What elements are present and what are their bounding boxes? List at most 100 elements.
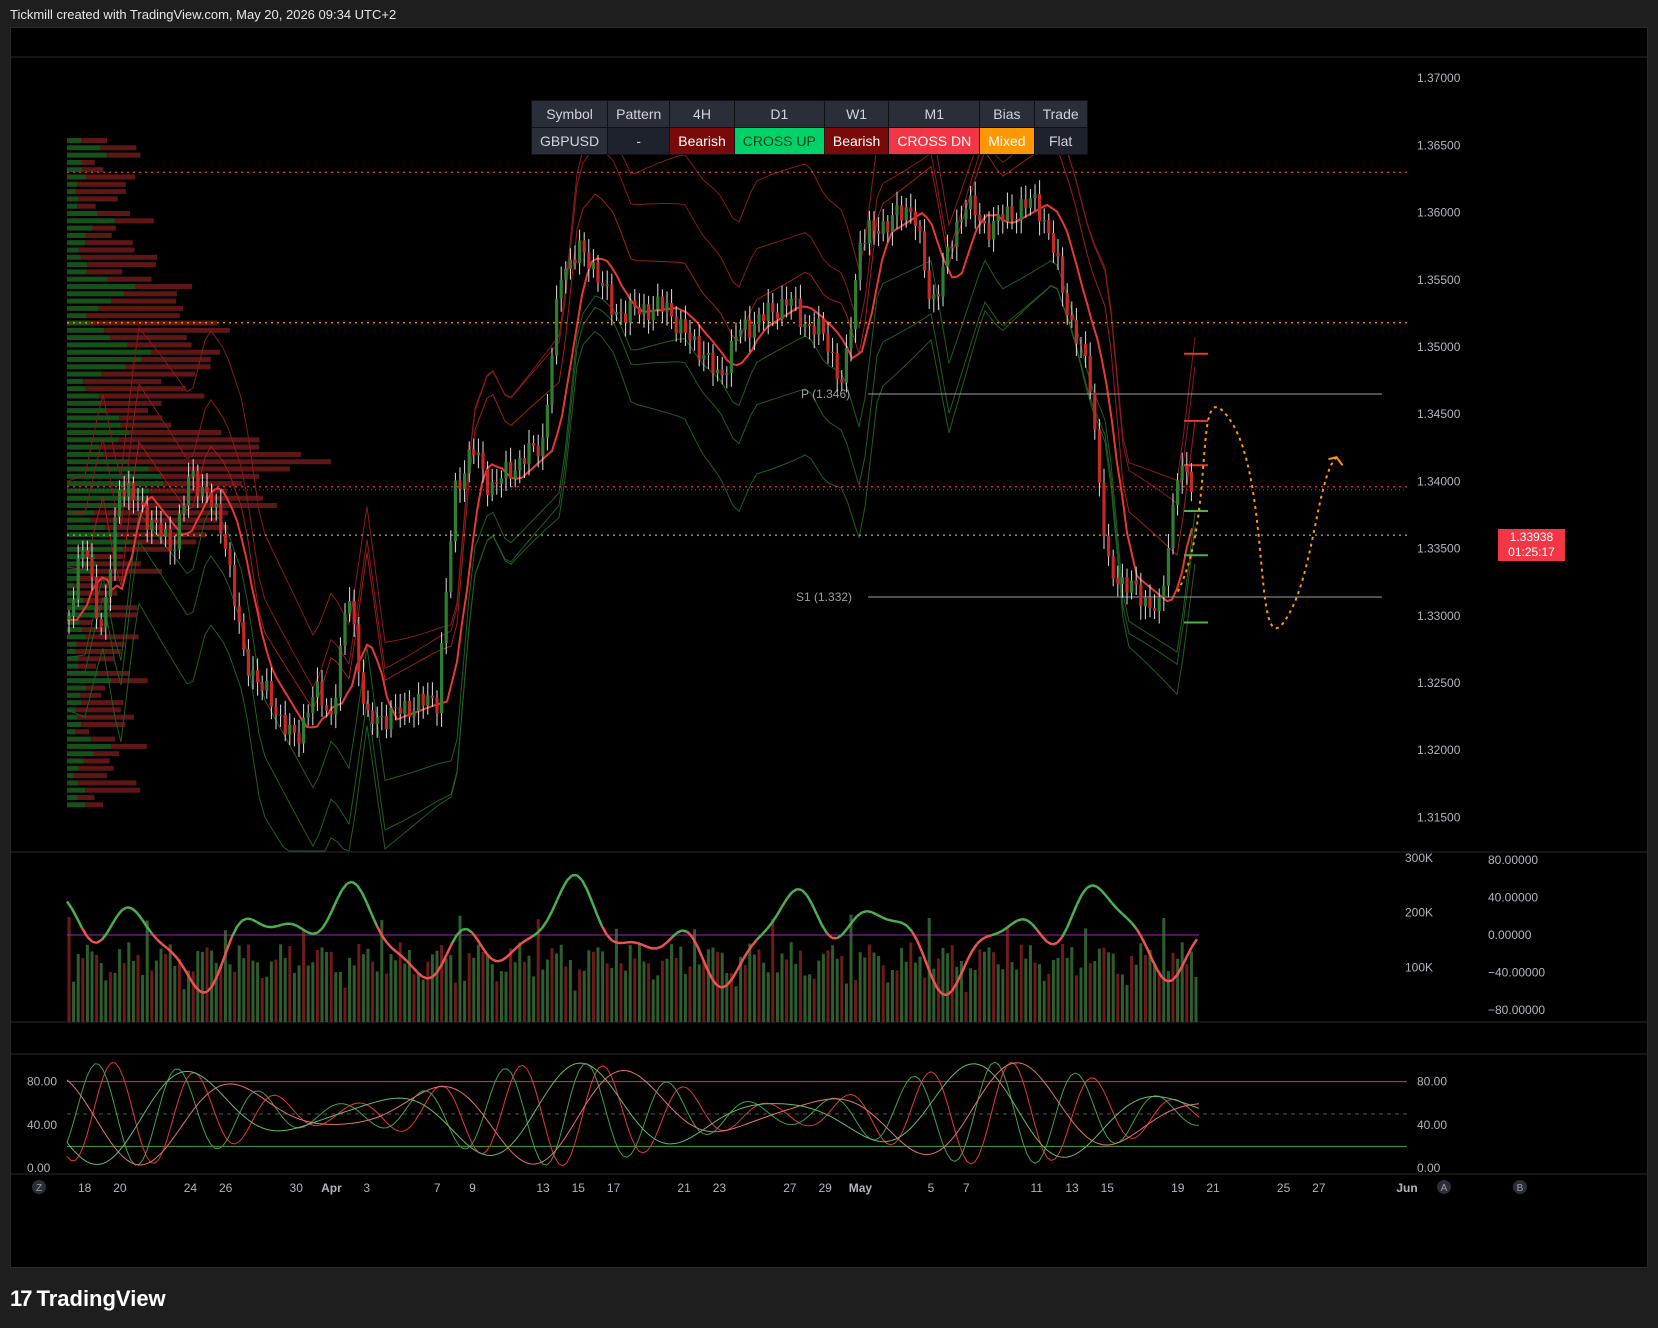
volume-bar (532, 976, 536, 1022)
tradingview-branding[interactable]: 17 TradingView (10, 1282, 166, 1316)
profile-bar-sell (86, 174, 136, 180)
volume-bar (651, 979, 655, 1022)
volume-bar (766, 972, 770, 1022)
volume-bar (679, 946, 683, 1022)
candle-body (688, 332, 692, 341)
volume-bar (154, 960, 158, 1022)
profile-bar-sell (161, 473, 260, 479)
candle-body (67, 615, 71, 620)
volume-bar (228, 964, 232, 1022)
candle-body (596, 262, 600, 283)
oscillator-segment (306, 930, 313, 936)
oscillator-segment (341, 882, 348, 891)
profile-bar-buy (67, 795, 78, 800)
tradingview-logo-icon: 17 (10, 1286, 33, 1311)
volume-bar (490, 964, 494, 1022)
profile-bar-buy (67, 284, 136, 289)
candle-body (118, 489, 122, 517)
candle-body (964, 209, 968, 220)
volume-bar (384, 973, 388, 1022)
profile-bar-sell (81, 159, 95, 165)
candle-body (398, 707, 402, 714)
volume-bar (311, 962, 315, 1022)
oscillator-segment (810, 903, 819, 916)
volume-bar (242, 958, 246, 1022)
volume-bar (1111, 953, 1115, 1022)
candle-body (182, 505, 186, 514)
chart-canvas[interactable]: P (1.346) S1 (1.332) 1.37000 1.36500 1.3600… (11, 28, 1647, 1267)
volume-bar (996, 964, 1000, 1022)
volume-bar (863, 957, 867, 1022)
oscillator-segment (920, 951, 929, 966)
volume-bar (1033, 962, 1037, 1022)
oscillator-tick-label: −80.00000 (1488, 1003, 1545, 1017)
volume-pane: 300K 200K 100K (67, 851, 1433, 1022)
oscillator-segment (351, 880, 358, 887)
profile-bar-sell (98, 393, 205, 399)
candle-body (748, 319, 752, 338)
candle-body (1134, 580, 1138, 585)
volume-bar (375, 971, 379, 1022)
price-tick-label: 1.33000 (1417, 609, 1461, 623)
volume-bar (371, 961, 375, 1022)
chart-area[interactable]: P (1.346) S1 (1.332) 1.37000 1.36500 1.3600… (10, 27, 1648, 1268)
oscillator-segment (511, 946, 518, 953)
price-tick-label: 1.35000 (1417, 340, 1461, 354)
oscillator-segment (346, 880, 353, 885)
volume-bar (1180, 942, 1184, 1022)
candle-body (785, 299, 789, 306)
candle-body (591, 262, 595, 270)
oscillator-segment (281, 922, 288, 926)
volume-bar (817, 960, 821, 1022)
profile-bar-buy (67, 232, 86, 238)
candle-body (610, 284, 614, 315)
oscillator-segment (110, 915, 119, 926)
oscillator-segment (861, 909, 868, 914)
candle-body (1189, 471, 1193, 492)
volume-bar (573, 990, 577, 1022)
profile-bar-buy (67, 291, 125, 297)
volume-bar (670, 944, 674, 1022)
oscillator-segment (906, 924, 913, 933)
candle-body (1056, 252, 1060, 257)
volume-bar (757, 949, 761, 1022)
candle-body (486, 468, 490, 496)
table-header-cell: 4H (669, 100, 735, 128)
profile-bar-sell (148, 466, 290, 472)
volume-bar (1088, 963, 1092, 1022)
volume-bar (798, 950, 802, 1022)
time-axis: 18 20 24 26 30 Apr 3 7 9 13 15 17 21 23 27 29 May 5 7 11 13 1… (32, 1180, 1527, 1195)
volume-bar (302, 930, 306, 1022)
oscillator-segment (335, 889, 344, 901)
profile-bar-sell (81, 138, 108, 143)
candle-body (260, 682, 264, 691)
candle-body (233, 564, 237, 607)
volume-bar (366, 948, 370, 1022)
profile-bar-buy (67, 313, 87, 319)
volume-bar (233, 971, 237, 1022)
table-cell-trade: Flat (1033, 127, 1088, 155)
candle-body (890, 215, 894, 233)
oscillator-segment (1006, 922, 1013, 929)
candle-body (1143, 597, 1147, 607)
oscillator-segment (695, 945, 704, 958)
candle-body (1107, 535, 1111, 557)
profile-bar-buy (67, 685, 87, 691)
profile-bar-sell (83, 378, 162, 384)
time-tick-label: 17 (607, 1181, 621, 1195)
volume-bar (1042, 980, 1046, 1022)
volume-bar (555, 953, 559, 1022)
time-tick-label: 25 (1277, 1181, 1291, 1195)
candle-body (1120, 577, 1124, 584)
candle-body (895, 205, 899, 216)
candle-body (877, 230, 881, 234)
profile-bar-sell (92, 225, 116, 231)
volume-bar (527, 955, 531, 1022)
volume-bar (1120, 974, 1124, 1022)
volume-bar (596, 947, 600, 1022)
volume-bar (950, 945, 954, 1022)
oscillator-segment (1096, 885, 1103, 892)
volume-bar (550, 948, 554, 1022)
candle-body (904, 207, 908, 221)
profile-bar-buy (67, 678, 112, 684)
